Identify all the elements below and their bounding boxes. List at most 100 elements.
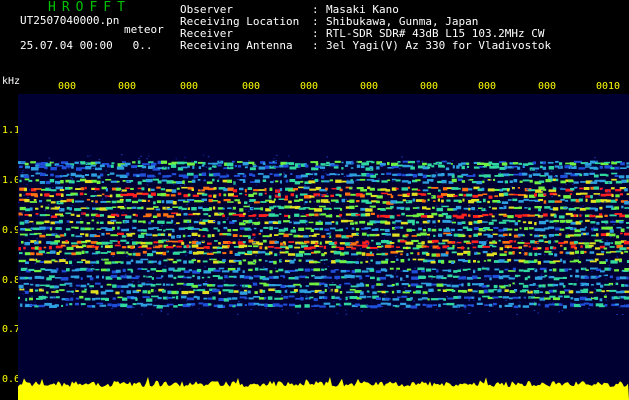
noise-speck — [333, 301, 335, 303]
signal-speck — [290, 193, 295, 197]
signal-speck — [452, 244, 455, 249]
signal-speck — [126, 290, 131, 294]
noise-speck — [193, 258, 195, 260]
noise-speck — [200, 218, 202, 220]
signal-speck — [534, 193, 537, 197]
noise-speck — [607, 190, 610, 192]
noise-speck — [237, 178, 239, 180]
signal-speck — [99, 164, 105, 168]
signal-speck — [501, 162, 508, 166]
noise-speck — [327, 236, 330, 237]
signal-speck — [94, 188, 100, 191]
signal-speck — [24, 162, 29, 166]
signal-speck — [233, 246, 240, 248]
signal-speck — [24, 234, 28, 237]
signal-speck — [421, 297, 428, 300]
signal-speck — [503, 173, 510, 177]
signal-speck — [45, 163, 52, 167]
signal-speck — [385, 233, 391, 236]
signal-speck — [178, 304, 184, 307]
noise-speck — [539, 275, 542, 277]
signal-speck — [508, 302, 514, 305]
noise-speck — [36, 238, 38, 240]
noise-speck — [74, 288, 77, 290]
signal-speck — [141, 199, 147, 202]
noise-speck — [488, 311, 491, 312]
signal-speck — [252, 282, 258, 286]
signal-speck — [437, 198, 440, 202]
signal-speck — [441, 205, 449, 208]
signal-speck — [320, 163, 326, 166]
signal-speck — [365, 201, 372, 204]
signal-speck — [25, 208, 31, 212]
signal-speck — [519, 227, 522, 230]
signal-speck — [289, 179, 296, 183]
signal-speck — [64, 232, 67, 237]
noise-speck — [154, 290, 157, 292]
signal-speck — [295, 297, 301, 300]
signal-speck — [610, 187, 615, 190]
signal-speck — [259, 289, 263, 293]
signal-speck — [396, 258, 399, 261]
signal-speck — [452, 165, 455, 169]
noise-speck — [512, 276, 515, 278]
signal-speck — [181, 290, 189, 295]
signal-speck — [242, 161, 249, 166]
signal-speck — [408, 284, 411, 287]
noise-speck — [253, 237, 256, 238]
signal-speck — [339, 247, 345, 250]
noise-speck — [330, 289, 332, 291]
signal-speck — [618, 175, 625, 179]
noise-speck — [135, 248, 137, 250]
signal-speck — [270, 181, 274, 184]
noise-speck — [207, 156, 210, 158]
signal-speck — [234, 199, 240, 202]
signal-speck — [29, 288, 34, 293]
signal-speck — [170, 283, 174, 286]
noise-speck — [221, 244, 224, 245]
signal-speck — [544, 250, 552, 253]
x-tick-label: 000 — [118, 81, 137, 92]
signal-speck — [140, 258, 149, 261]
signal-speck — [232, 189, 238, 193]
signal-speck — [508, 174, 514, 176]
signal-speck — [81, 259, 86, 261]
signal-speck — [593, 174, 599, 178]
signal-speck — [192, 165, 195, 169]
signal-speck — [438, 303, 441, 308]
signal-speck — [222, 207, 225, 210]
signal-speck — [329, 284, 337, 286]
signal-speck — [151, 162, 157, 166]
signal-speck — [559, 219, 566, 223]
signal-speck — [498, 239, 501, 242]
noise-speck — [527, 188, 529, 190]
signal-speck — [431, 276, 436, 278]
noise-speck — [598, 195, 600, 196]
signal-speck — [441, 277, 447, 280]
signal-speck — [76, 167, 82, 171]
signal-speck — [405, 200, 413, 204]
signal-speck — [275, 270, 279, 273]
signal-speck — [191, 232, 198, 236]
signal-speck — [527, 268, 535, 271]
noise-speck — [282, 243, 285, 245]
signal-speck — [463, 304, 467, 308]
signal-speck — [356, 187, 364, 190]
noise-speck — [140, 155, 142, 157]
signal-speck — [499, 193, 504, 197]
signal-speck — [143, 220, 146, 224]
signal-speck — [492, 207, 497, 210]
noise-speck — [313, 201, 316, 203]
signal-speck — [91, 227, 95, 230]
noise-speck — [576, 279, 578, 281]
signal-speck — [599, 206, 603, 210]
noise-speck — [544, 193, 546, 195]
signal-speck — [584, 226, 587, 229]
signal-speck — [319, 241, 322, 245]
signal-speck — [142, 192, 149, 196]
noise-speck — [71, 265, 73, 266]
noise-speck — [147, 261, 150, 263]
signal-speck — [493, 302, 497, 306]
noise-speck — [279, 250, 282, 252]
noise-speck — [228, 166, 231, 168]
